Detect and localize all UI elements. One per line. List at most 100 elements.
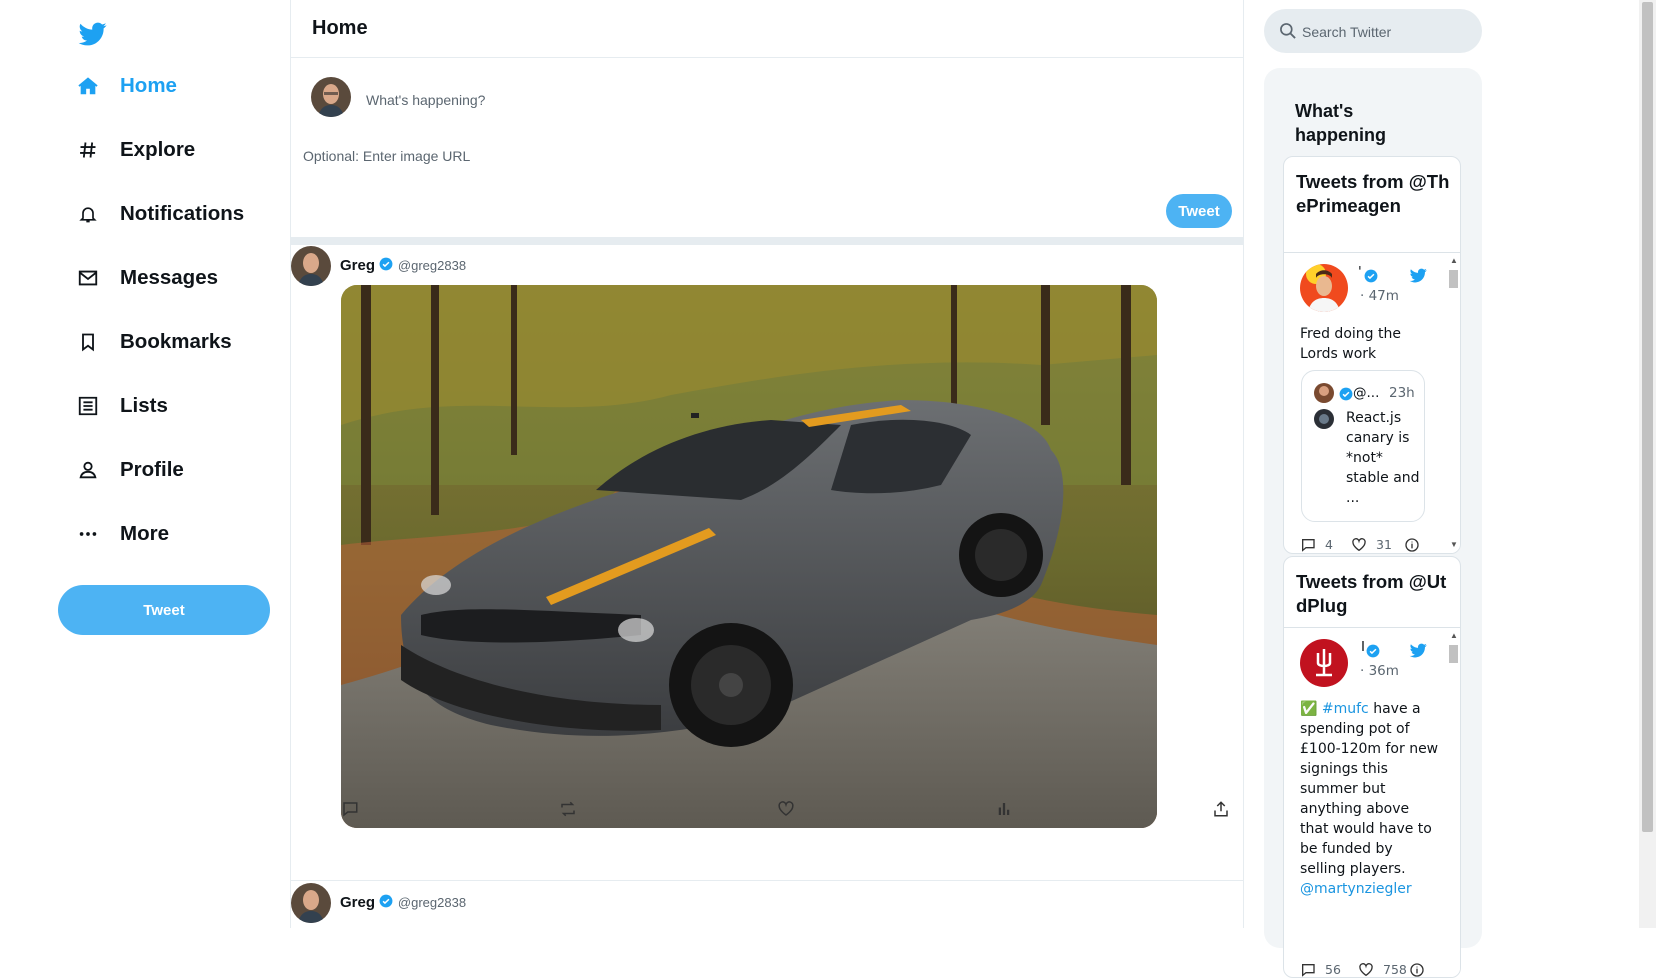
embed-title[interactable]: Tweets from @UtdPlug — [1296, 570, 1456, 618]
embed-avatar[interactable] — [1300, 639, 1348, 687]
tweet-avatar[interactable] — [291, 883, 331, 923]
info-icon[interactable] — [1404, 537, 1420, 553]
search-icon — [1278, 21, 1298, 41]
author-name[interactable]: Greg — [340, 257, 375, 274]
reply-icon[interactable] — [339, 798, 361, 820]
embed-tweet-text: Fred doing the Lords work — [1300, 326, 1401, 362]
list-icon — [76, 394, 100, 418]
sidebar-tweet-button[interactable]: Tweet — [58, 585, 270, 635]
compose-input[interactable] — [364, 88, 968, 112]
tweet-header: Greg @greg2838 — [340, 894, 466, 912]
nav-lists[interactable]: Lists — [76, 384, 168, 428]
search-input[interactable] — [1300, 22, 1474, 42]
tweet[interactable]: Greg @greg2838 — [291, 882, 1243, 928]
tweet-avatar[interactable] — [291, 246, 331, 286]
analytics-icon[interactable] — [993, 798, 1015, 820]
retweet-icon[interactable] — [557, 798, 579, 820]
compose-tweet-button[interactable]: Tweet — [1166, 194, 1232, 228]
embed-title[interactable]: Tweets from @ThePrimeagen — [1296, 170, 1456, 218]
nav-label: More — [120, 522, 169, 545]
embed-author-name[interactable]: I — [1361, 639, 1365, 655]
nav-label: Lists — [120, 394, 168, 417]
divider — [291, 880, 1243, 881]
author-handle[interactable]: @greg2838 — [398, 258, 466, 273]
nav-label: Explore — [120, 138, 196, 161]
nav-label: Messages — [120, 266, 219, 289]
reply-count: 4 — [1325, 537, 1333, 552]
hashtag-icon — [76, 138, 100, 162]
twitter-bird-icon[interactable] — [1409, 642, 1428, 664]
scroll-thumb[interactable] — [1449, 645, 1458, 663]
person-icon — [76, 458, 100, 482]
mention-link[interactable]: @martynziegler — [1300, 881, 1412, 897]
quoted-tweet[interactable]: @... 23h React.js canary is *not* stable… — [1301, 370, 1425, 522]
quote-time: 23h — [1389, 385, 1415, 401]
like-icon[interactable] — [1351, 537, 1367, 553]
nav-profile[interactable]: Profile — [76, 448, 184, 492]
embed-time[interactable]: · 47m — [1360, 288, 1399, 304]
quote-handle: @... — [1353, 385, 1380, 401]
reply-count: 56 — [1325, 962, 1341, 977]
quote-avatar — [1314, 383, 1334, 403]
quote-media-icon — [1314, 409, 1334, 429]
share-icon[interactable] — [1210, 798, 1232, 820]
nav-label: Notifications — [120, 202, 245, 225]
like-icon[interactable] — [775, 798, 797, 820]
scroll-down-icon[interactable]: ▼ — [1450, 540, 1458, 549]
image-url-input[interactable] — [301, 145, 905, 167]
embed-scrollbar[interactable]: ▲ — [1447, 628, 1460, 977]
nav-explore[interactable]: Explore — [76, 128, 195, 172]
nav-label: Bookmarks — [120, 330, 232, 353]
author-handle[interactable]: @greg2838 — [398, 895, 466, 910]
embed-tweet-text: ✅ #mufc have a spending pot of £100-120m… — [1300, 699, 1440, 899]
page-scroll-thumb[interactable] — [1642, 2, 1653, 832]
sidebar: Home Explore Notifications Messages Book… — [0, 0, 290, 928]
nav-label: Home — [120, 74, 177, 97]
nav-messages[interactable]: Messages — [76, 256, 218, 300]
main-column: Home Tweet Greg @greg2838 — [290, 0, 1244, 928]
timeline-embed: Tweets from @UtdPlug I · 36m ✅ #mufc hav… — [1283, 556, 1461, 978]
scroll-up-icon[interactable]: ▲ — [1450, 631, 1458, 640]
twitter-logo-icon[interactable] — [78, 20, 108, 48]
bookmark-icon — [76, 330, 100, 354]
search-bar[interactable] — [1264, 9, 1482, 53]
tweet[interactable]: Greg @greg2838 — [291, 245, 1243, 880]
embed-avatar[interactable] — [1300, 264, 1348, 312]
nav-more[interactable]: More — [76, 512, 169, 556]
tweet-image[interactable] — [341, 285, 1157, 828]
whats-happening-panel: What's happening Tweets from @ThePrimeag… — [1264, 68, 1482, 978]
main-header: Home — [291, 0, 1243, 58]
compose-avatar[interactable] — [311, 77, 351, 117]
verified-badge-icon — [1364, 269, 1378, 283]
verified-badge-icon — [1339, 387, 1353, 401]
like-icon[interactable] — [1358, 962, 1374, 977]
check-emoji: ✅ — [1300, 701, 1318, 717]
hashtag-link[interactable]: #mufc — [1322, 701, 1369, 717]
verified-badge-icon — [379, 894, 393, 908]
page-title: Home — [312, 17, 368, 39]
embed-timeline[interactable]: ' · 47m Fred doing the Lords work @... 2… — [1284, 253, 1447, 553]
like-count: 758 — [1383, 962, 1407, 977]
twitter-bird-icon[interactable] — [1409, 267, 1428, 289]
nav-notifications[interactable]: Notifications — [76, 192, 244, 236]
reply-icon[interactable] — [1300, 962, 1316, 977]
reply-icon[interactable] — [1300, 537, 1316, 553]
mail-icon — [76, 266, 100, 290]
author-name[interactable]: Greg — [340, 894, 375, 911]
like-count: 31 — [1376, 537, 1392, 552]
embed-time[interactable]: · 36m — [1360, 663, 1399, 679]
embed-timeline[interactable]: I · 36m ✅ #mufc have a spending pot of £… — [1284, 628, 1447, 977]
nav-bookmarks[interactable]: Bookmarks — [76, 320, 232, 364]
timeline-embed: Tweets from @ThePrimeagen ' · 47m Fred d… — [1283, 156, 1461, 554]
info-icon[interactable] — [1409, 962, 1425, 977]
nav-home[interactable]: Home — [76, 64, 177, 108]
tweet-header: Greg @greg2838 — [340, 257, 466, 275]
verified-badge-icon — [379, 257, 393, 271]
embed-scrollbar[interactable]: ▲ ▼ — [1447, 253, 1460, 553]
nav-label: Profile — [120, 458, 184, 481]
divider — [291, 237, 1243, 245]
scroll-up-icon[interactable]: ▲ — [1450, 256, 1458, 265]
page-scrollbar[interactable] — [1639, 0, 1656, 928]
scroll-thumb[interactable] — [1449, 270, 1458, 288]
embed-author-name[interactable]: ' — [1358, 264, 1362, 280]
